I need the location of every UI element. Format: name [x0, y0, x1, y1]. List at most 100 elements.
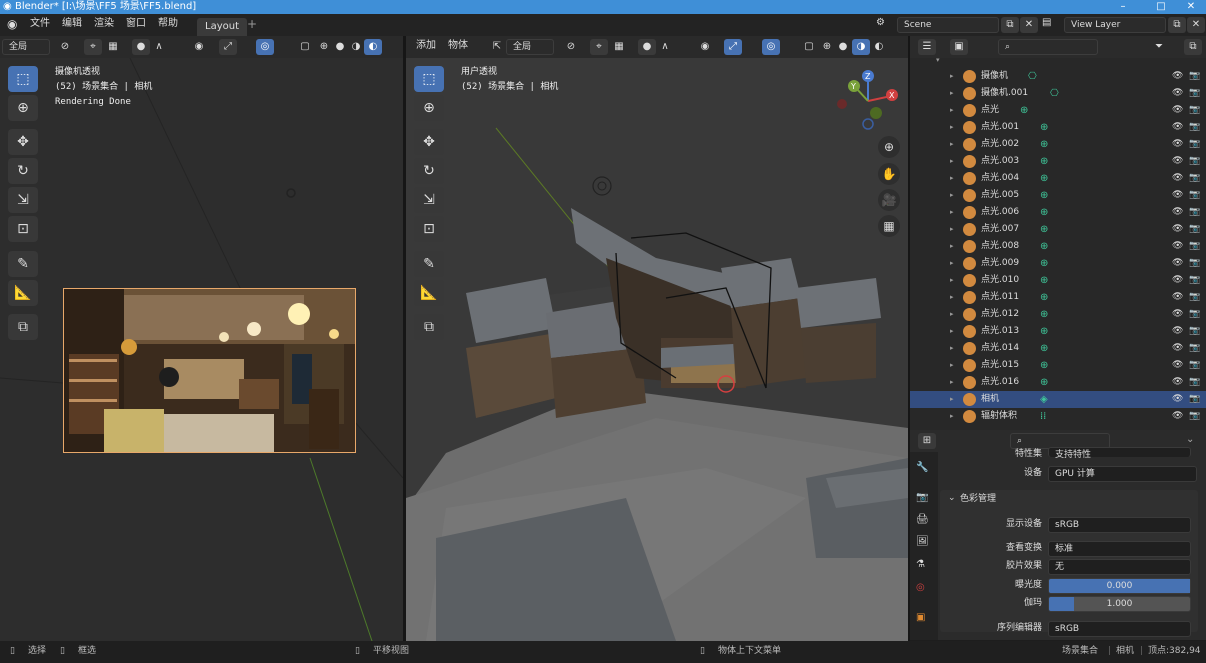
light-data-icon[interactable]: ⊕: [1040, 323, 1048, 340]
render-visibility-icon[interactable]: 📷: [1189, 119, 1200, 136]
outliner-item[interactable]: ▸ 摄像机 ⎔ 👁 📷: [910, 68, 1206, 85]
render-visibility-icon[interactable]: 📷: [1189, 238, 1200, 255]
camera-data-icon[interactable]: ⎔: [1050, 85, 1059, 102]
light-data-icon[interactable]: ⊕: [1040, 238, 1048, 255]
look-dropdown[interactable]: 无: [1048, 559, 1191, 575]
add-cube-tool-button[interactable]: ⧉: [8, 314, 38, 340]
snap-icon[interactable]: ⌖: [84, 39, 102, 55]
outliner-item[interactable]: ▸ 点光.002 ⊕ 👁 📷: [910, 136, 1206, 153]
tab-layout[interactable]: Layout: [197, 18, 247, 36]
select-tool-button[interactable]: ⬚: [8, 66, 38, 92]
light-data-icon[interactable]: ⊕: [1040, 289, 1048, 306]
expand-arrow-icon[interactable]: ▸: [950, 204, 954, 221]
light-data-icon[interactable]: ⊕: [1040, 340, 1048, 357]
visibility-eye-icon[interactable]: 👁: [1172, 221, 1183, 238]
material-shading-icon[interactable]: ◑: [852, 39, 870, 55]
view-transform-dropdown[interactable]: 标准: [1048, 541, 1191, 557]
orientation-icon[interactable]: ⇱: [488, 39, 506, 55]
light-data-icon[interactable]: ⊕: [1040, 119, 1048, 136]
move-tool-button[interactable]: ✥: [8, 129, 38, 155]
light-data-icon[interactable]: ⊕: [1040, 357, 1048, 374]
delete-view-layer-icon[interactable]: ✕: [1187, 17, 1205, 33]
visibility-eye-icon[interactable]: 👁: [1172, 255, 1183, 272]
render-visibility-icon[interactable]: 📷: [1189, 340, 1200, 357]
collapse-icon[interactable]: ⌄: [948, 493, 956, 503]
snap-grid-icon[interactable]: ▦: [610, 39, 628, 55]
render-visibility-icon[interactable]: 📷: [1189, 272, 1200, 289]
visibility-eye-icon[interactable]: 👁: [1172, 102, 1183, 119]
gamma-slider[interactable]: 1.000: [1048, 596, 1191, 612]
visibility-eye-icon[interactable]: 👁: [1172, 170, 1183, 187]
cursor-tool-button[interactable]: ⊕: [8, 95, 38, 121]
mesh-data-icon[interactable]: ◈: [1040, 391, 1048, 408]
visibility-eye-icon[interactable]: 👁: [1172, 340, 1183, 357]
render-visibility-icon[interactable]: 📷: [1189, 187, 1200, 204]
outliner-item[interactable]: ▸ 点光.005 ⊕ 👁 📷: [910, 187, 1206, 204]
render-visibility-icon[interactable]: 📷: [1189, 408, 1200, 425]
transform-orientation-dropdown[interactable]: 全局: [506, 39, 554, 55]
light-data-icon[interactable]: ⊕: [1040, 221, 1048, 238]
visibility-eye-icon[interactable]: 👁: [1172, 187, 1183, 204]
add-workspace-button[interactable]: +: [243, 14, 261, 36]
outliner-item[interactable]: ▸ 点光.012 ⊕ 👁 📷: [910, 306, 1206, 323]
expand-arrow-icon[interactable]: ▸: [950, 68, 954, 85]
rendered-shading-icon[interactable]: ◐: [870, 39, 888, 55]
expand-arrow-icon[interactable]: ▸: [950, 221, 954, 238]
outliner-item[interactable]: ▸ 点光.013 ⊕ 👁 📷: [910, 323, 1206, 340]
overlay-icon[interactable]: ◎: [256, 39, 274, 55]
new-collection-icon[interactable]: ⧉: [1184, 39, 1202, 55]
overlay-icon[interactable]: ◎: [762, 39, 780, 55]
maximize-button[interactable]: □: [1146, 0, 1176, 14]
menu-edit[interactable]: 编辑: [58, 14, 86, 36]
render-visibility-icon[interactable]: 📷: [1189, 170, 1200, 187]
device-dropdown[interactable]: GPU 计算: [1048, 466, 1197, 482]
light-data-icon[interactable]: ⊕: [1040, 153, 1048, 170]
menu-help[interactable]: 帮助: [154, 14, 182, 36]
user-viewport[interactable]: 用户透视 (52) 场景集合 | 相机 ⬚ ⊕ ✥ ↻ ⇲ ⊡ ✎ 📐 ⧉ Z …: [406, 58, 908, 641]
proportional-icon[interactable]: ●: [132, 39, 150, 55]
outliner-item[interactable]: ▸ 点光.001 ⊕ 👁 📷: [910, 119, 1206, 136]
pan-hand-icon[interactable]: ✋: [878, 163, 900, 185]
render-visibility-icon[interactable]: 📷: [1189, 102, 1200, 119]
volume-data-icon[interactable]: ⁞⁞: [1040, 408, 1046, 425]
xray-icon[interactable]: ▢: [296, 39, 314, 55]
render-visibility-icon[interactable]: 📷: [1189, 85, 1200, 102]
material-shading-icon[interactable]: ◑: [347, 39, 365, 55]
outliner-item[interactable]: ▸ 点光.003 ⊕ 👁 📷: [910, 153, 1206, 170]
camera-data-icon[interactable]: ⎔: [1028, 68, 1037, 85]
scale-tool-button[interactable]: ⇲: [8, 187, 38, 213]
zoom-icon[interactable]: ⊕: [878, 136, 900, 158]
light-data-icon[interactable]: ⊕: [1040, 272, 1048, 289]
light-data-icon[interactable]: ⊕: [1040, 204, 1048, 221]
snap-grid-icon[interactable]: ▦: [104, 39, 122, 55]
outliner-item[interactable]: ▸ 点光.011 ⊕ 👁 📷: [910, 289, 1206, 306]
move-tool-button[interactable]: ✥: [414, 129, 444, 155]
visibility-eye-icon[interactable]: 👁: [1172, 153, 1183, 170]
outliner-item[interactable]: ▸ 辐射体积 ⁞⁞ 👁 📷: [910, 408, 1206, 425]
perspective-grid-icon[interactable]: ▦: [878, 215, 900, 237]
light-data-icon[interactable]: ⊕: [1040, 187, 1048, 204]
render-tab-icon[interactable]: 📷: [916, 492, 928, 503]
transform-tool-button[interactable]: ⊡: [414, 216, 444, 242]
expand-arrow-icon[interactable]: ▸: [950, 255, 954, 272]
navigation-gizmo[interactable]: Z X Y: [836, 66, 906, 136]
select-tool-button[interactable]: ⬚: [414, 66, 444, 92]
measure-tool-button[interactable]: 📐: [414, 280, 444, 306]
light-data-icon[interactable]: ⊕: [1020, 102, 1028, 119]
light-data-icon[interactable]: ⊕: [1040, 374, 1048, 391]
annotate-tool-button[interactable]: ✎: [414, 251, 444, 277]
visibility-eye-icon[interactable]: 👁: [1172, 408, 1183, 425]
visibility-eye-icon[interactable]: 👁: [1172, 391, 1183, 408]
xray-icon[interactable]: ▢: [800, 39, 818, 55]
measure-tool-button[interactable]: 📐: [8, 280, 38, 306]
scene-icon[interactable]: ⚙: [876, 17, 885, 28]
render-visibility-icon[interactable]: 📷: [1189, 289, 1200, 306]
minimize-button[interactable]: –: [1108, 0, 1138, 14]
render-visibility-icon[interactable]: 📷: [1189, 357, 1200, 374]
outliner-item[interactable]: ▸ 点光.004 ⊕ 👁 📷: [910, 170, 1206, 187]
visibility-eye-icon[interactable]: 👁: [1172, 357, 1183, 374]
new-scene-icon[interactable]: ⧉: [1001, 17, 1019, 33]
gizmo-icon[interactable]: ⤢: [219, 39, 237, 55]
menu-window[interactable]: 窗口: [122, 14, 150, 36]
annotate-tool-button[interactable]: ✎: [8, 251, 38, 277]
